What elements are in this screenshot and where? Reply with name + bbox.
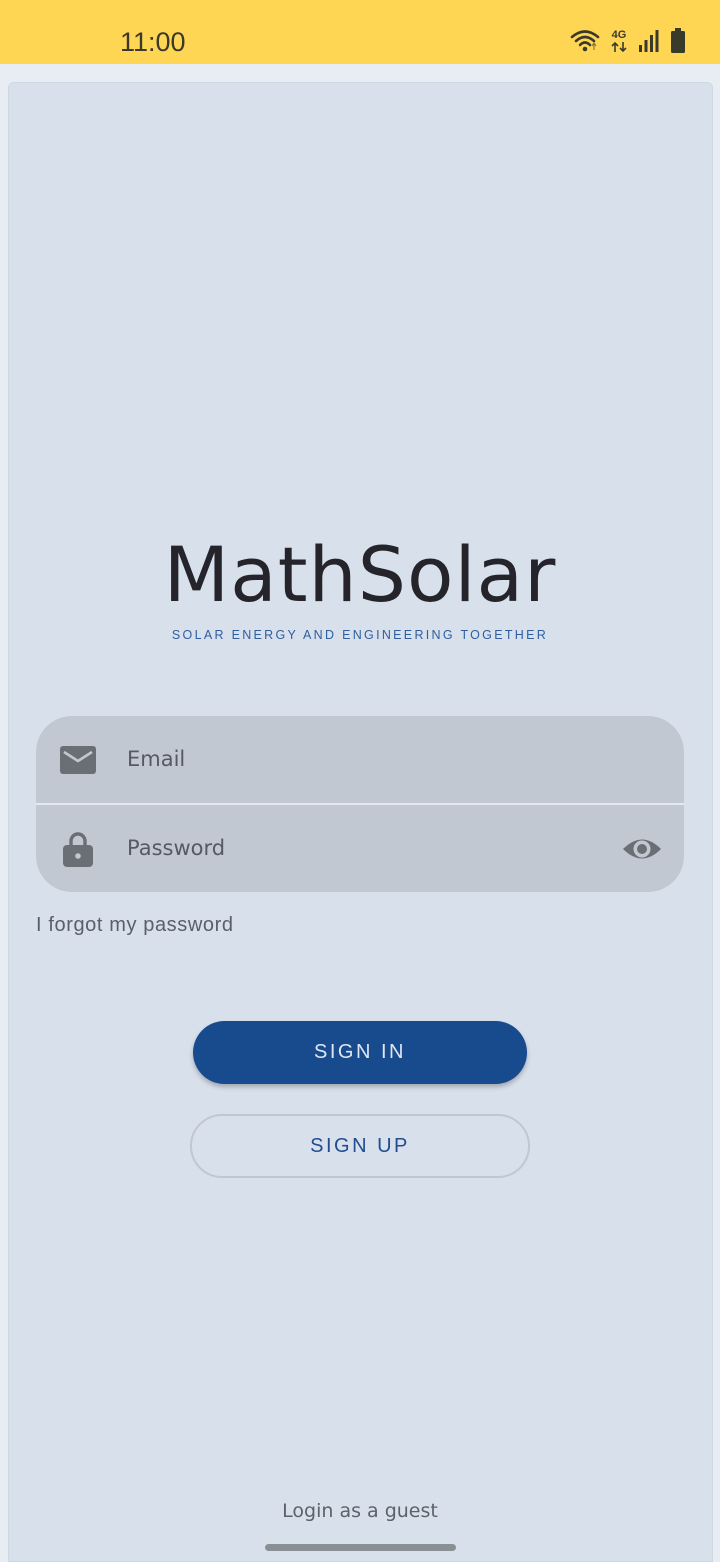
status-time: 11:00 [120, 27, 186, 57]
status-icons: 4G [570, 26, 686, 56]
password-field[interactable]: Password [36, 805, 684, 892]
guest-login-link[interactable]: Login as a guest [0, 1496, 720, 1526]
home-indicator[interactable] [265, 1544, 456, 1551]
status-bar: 11:00 4G [0, 0, 720, 64]
email-field[interactable]: Email [36, 716, 684, 803]
mobile-data-icon: 4G [610, 28, 628, 53]
signal-icon [639, 30, 659, 52]
battery-icon [671, 28, 685, 53]
password-placeholder: Password [127, 836, 226, 860]
email-placeholder: Email [127, 747, 186, 771]
sign-in-button[interactable]: SIGN IN [193, 1021, 527, 1084]
lock-icon [63, 832, 93, 867]
forgot-password-link[interactable]: I forgot my password [36, 910, 234, 940]
network-type-label: 4G [611, 28, 627, 41]
app-subtitle: SOLAR ENERGY AND ENGINEERING TOGETHER [171, 628, 549, 642]
eye-icon[interactable] [620, 829, 664, 869]
sign-up-button[interactable]: SIGN UP [190, 1114, 530, 1178]
wifi-icon [570, 30, 600, 52]
data-arrows-icon [611, 41, 627, 52]
email-icon [60, 746, 96, 774]
app-title: MathSolar [163, 530, 557, 619]
login-form: Email Password [36, 716, 684, 892]
